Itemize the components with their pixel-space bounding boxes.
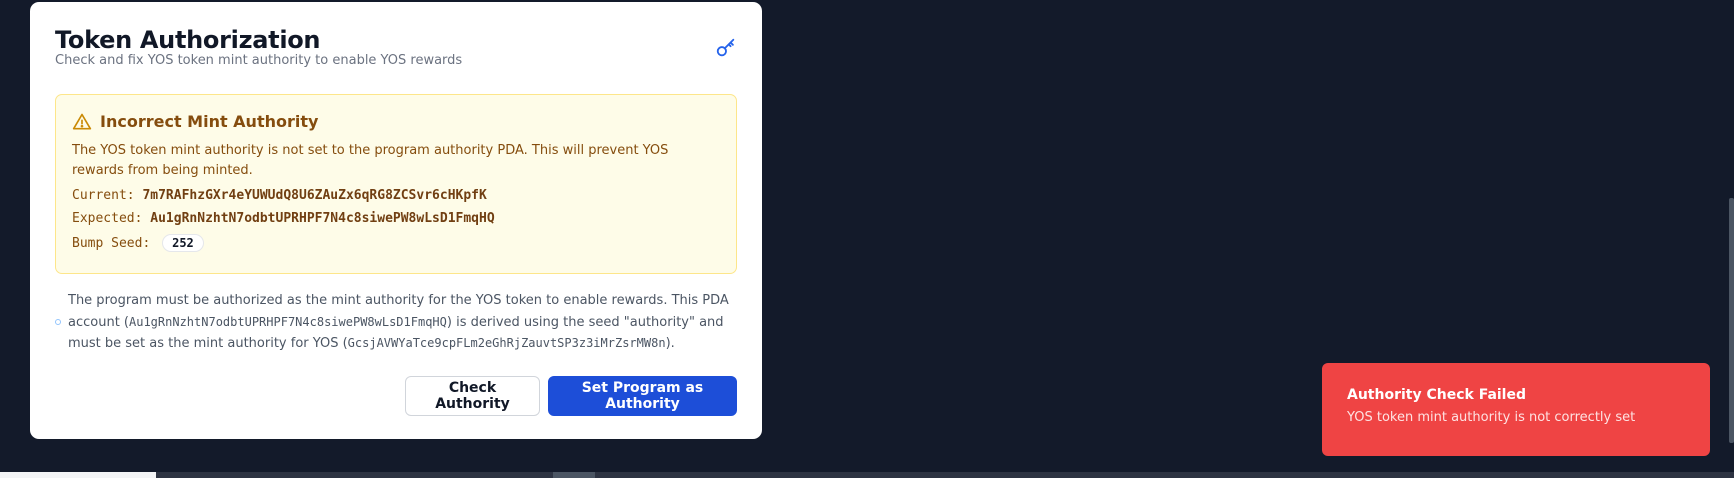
bump-seed-row: Bump Seed: 252 [72,234,204,252]
expected-authority-row: Expected: Au1gRnNzhtN7odbtUPRHPF7N4c8siw… [72,211,495,226]
bump-seed-label: Bump Seed: [72,236,151,251]
info-bullet-icon [55,319,61,325]
modal-subtitle: Check and fix YOS token mint authority t… [55,53,463,68]
mint-authority-alert: Incorrect Mint Authority The YOS token m… [55,94,737,274]
pda-address: Au1gRnNzhtN7odbtUPRHPF7N4c8siwePW8wLsD1F… [129,314,447,329]
bump-seed-badge: 252 [162,234,204,252]
expected-authority-value: Au1gRnNzhtN7odbtUPRHPF7N4c8siwePW8wLsD1F… [150,211,495,226]
alert-description: The YOS token mint authority is not set … [72,143,669,178]
alert-title: Incorrect Mint Authority [100,112,319,131]
current-authority-row: Current: 7m7RAFhzGXr4eYUWUdQ8U6ZAuZx6qRG… [72,188,487,203]
bottom-panel-segment [0,472,156,478]
modal-title: Token Authorization [55,26,321,54]
token-authorization-modal: Token Authorization Check and fix YOS to… [30,2,762,439]
info-text-part-3: ). [665,336,675,351]
check-authority-button[interactable]: Check Authority [405,376,540,416]
yos-mint-address: GcsjAVWYaTce9cpFLm2eGhRjZauvtSP3z3iMrZsr… [347,336,666,350]
toast-description: YOS token mint authority is not correctl… [1347,410,1636,425]
toast-title: Authority Check Failed [1347,387,1526,403]
expected-label: Expected: [72,211,143,226]
bottom-scroll-thumb[interactable] [553,472,595,478]
info-text: The program must be authorized as the mi… [68,291,740,355]
error-toast[interactable]: Authority Check Failed YOS token mint au… [1322,363,1710,456]
set-program-authority-button[interactable]: Set Program as Authority [548,376,737,416]
warning-triangle-icon [72,113,92,130]
current-label: Current: [72,188,135,203]
bottom-scrollbar-track [0,472,1734,478]
page-scrollbar[interactable] [1729,198,1734,443]
current-authority-value: 7m7RAFhzGXr4eYUWUdQ8U6ZAuZx6qRG8ZCSvr6cH… [142,188,487,203]
key-icon [716,38,735,57]
